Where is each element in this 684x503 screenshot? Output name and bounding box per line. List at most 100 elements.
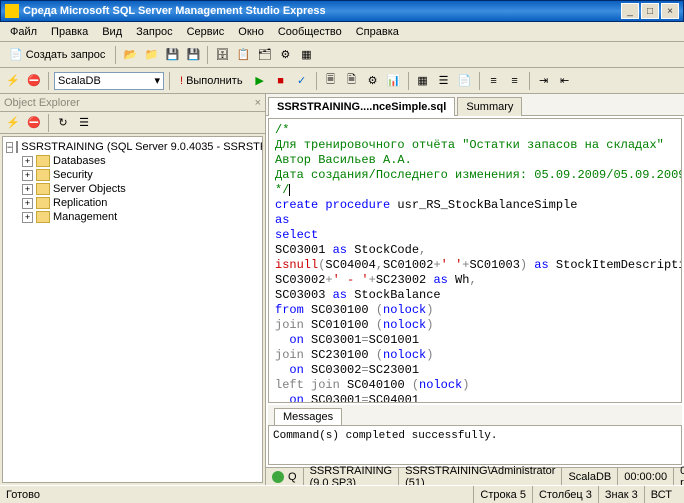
status-time: 00:00:00 (617, 468, 673, 485)
disconnect-icon[interactable]: ⛔ (25, 72, 43, 90)
outdent-icon[interactable]: ⇤ (556, 72, 574, 90)
uncomment-icon[interactable]: ≡ (506, 72, 524, 90)
opt2-icon[interactable]: ⚙ (364, 72, 382, 90)
tree-databases[interactable]: + Databases (22, 154, 259, 168)
tree-security[interactable]: + Security (22, 168, 259, 182)
tree-label: Replication (53, 197, 107, 209)
status-ok: Q (266, 471, 303, 483)
comment-icon[interactable]: ≡ (485, 72, 503, 90)
folder-icon (36, 183, 50, 195)
app-statusbar: Готово Строка 5 Столбец 3 Знак 3 ВСТ (0, 485, 684, 503)
status-col: Столбец 3 (532, 486, 598, 503)
success-icon (272, 471, 284, 483)
new-query-button[interactable]: 📄 Создать запрос (4, 46, 110, 63)
chevron-down-icon: ▾ (154, 74, 160, 87)
object-tree[interactable]: − SSRSTRAINING (SQL Server 9.0.4035 - SS… (2, 136, 263, 483)
expand-icon[interactable]: + (22, 212, 33, 223)
minimize-button[interactable]: _ (621, 3, 639, 19)
status-user: SSRSTRAINING\Administrator (51) (398, 468, 561, 485)
query-statusbar: Q SSRSTRAINING (9.0 SP3) SSRSTRAINING\Ad… (266, 467, 684, 485)
database-value: ScalaDB (58, 75, 101, 87)
save-all-icon[interactable]: 💾 (184, 46, 202, 64)
open-icon[interactable]: 📂 (121, 46, 139, 64)
menu-edit[interactable]: Правка (45, 24, 94, 40)
folder-icon[interactable]: 📁 (142, 46, 160, 64)
oe-disconnect-icon[interactable]: ⛔ (25, 114, 43, 132)
expand-icon[interactable]: + (22, 184, 33, 195)
object-explorer-label: Object Explorer (4, 97, 80, 109)
toolbar-query: ⚡ ⛔ ScalaDB ▾ ! Выполнить ▶ ■ ✓ 🗏 🗎 ⚙ 📊 … (0, 68, 684, 94)
expand-icon[interactable]: + (22, 170, 33, 181)
app-icon (5, 4, 19, 18)
menu-help[interactable]: Справка (350, 24, 405, 40)
file-icon[interactable]: 📄 (456, 72, 474, 90)
tab-summary[interactable]: Summary (457, 97, 522, 116)
object-explorer-toolbar: ⚡ ⛔ ↻ ☰ (0, 112, 265, 134)
tree-server-objects[interactable]: + Server Objects (22, 182, 259, 196)
execute-button[interactable]: ! Выполнить (175, 73, 248, 89)
tree-label: Security (53, 169, 93, 181)
panel-close-icon[interactable]: × (255, 97, 261, 109)
oe-connect-icon[interactable]: ⚡ (4, 114, 22, 132)
object-explorer-title: Object Explorer × (0, 94, 265, 112)
messages-tabs: Messages (268, 405, 682, 425)
db-icon[interactable]: 🗄 (213, 46, 231, 64)
messages-tab[interactable]: Messages (274, 408, 342, 425)
menu-community[interactable]: Сообщество (272, 24, 348, 40)
execute-icon: ! (180, 75, 183, 87)
status-char: Знак 3 (598, 486, 644, 503)
database-combo[interactable]: ScalaDB ▾ (54, 72, 164, 90)
collapse-icon[interactable]: − (6, 142, 13, 153)
titlebar: Среда Microsoft SQL Server Management St… (0, 0, 684, 22)
menu-window[interactable]: Окно (232, 24, 270, 40)
plan-icon[interactable]: 🗏 (322, 72, 340, 90)
opt3-icon[interactable]: 📊 (385, 72, 403, 90)
server-label: SSRSTRAINING (SQL Server 9.0.4035 - SSRS… (21, 141, 263, 153)
new-query-icon: 📄 (9, 48, 23, 61)
list-icon[interactable]: 🗂 (255, 46, 273, 64)
status-db: ScalaDB (561, 468, 617, 485)
tbl-icon[interactable]: ▦ (297, 46, 315, 64)
connect-icon[interactable]: ⚡ (4, 72, 22, 90)
status-server: SSRSTRAINING (9.0 SP3) (303, 468, 399, 485)
text-icon[interactable]: ☰ (435, 72, 453, 90)
menu-query[interactable]: Запрос (130, 24, 178, 40)
status-ready: Готово (6, 489, 40, 501)
tab-sql-file[interactable]: SSRSTRAINING....nceSimple.sql (268, 97, 455, 116)
expand-icon[interactable]: + (22, 156, 33, 167)
opt1-icon[interactable]: 🗎 (343, 72, 361, 90)
menubar: Файл Правка Вид Запрос Сервис Окно Сообщ… (0, 22, 684, 42)
close-button[interactable]: × (661, 3, 679, 19)
sql-editor[interactable]: /* Для тренировочного отчёта "Остатки за… (268, 118, 682, 403)
menu-view[interactable]: Вид (96, 24, 128, 40)
expand-icon[interactable]: + (22, 198, 33, 209)
parse-icon[interactable]: ▶ (251, 72, 269, 90)
menu-tools[interactable]: Сервис (181, 24, 231, 40)
main-area: Object Explorer × ⚡ ⛔ ↻ ☰ − SSRSTRAINING… (0, 94, 684, 485)
status-ins: ВСТ (644, 486, 678, 503)
tree-label: Server Objects (53, 183, 126, 195)
save-icon[interactable]: 💾 (163, 46, 181, 64)
tree-replication[interactable]: + Replication (22, 196, 259, 210)
tree-server-node[interactable]: − SSRSTRAINING (SQL Server 9.0.4035 - SS… (6, 140, 259, 154)
oe-refresh-icon[interactable]: ↻ (54, 114, 72, 132)
messages-body[interactable]: Command(s) completed successfully. (268, 425, 682, 465)
maximize-button[interactable]: □ (641, 3, 659, 19)
messages-panel: Messages Command(s) completed successful… (268, 405, 682, 465)
act-icon[interactable]: ⚙ (276, 46, 294, 64)
stop-icon[interactable]: ■ (272, 72, 290, 90)
indent-icon[interactable]: ⇥ (535, 72, 553, 90)
new-query-label: Создать запрос (26, 49, 106, 61)
folder-icon (36, 169, 50, 181)
editor-panel: SSRSTRAINING....nceSimple.sql Summary /*… (266, 94, 684, 485)
execute-label: Выполнить (186, 75, 242, 87)
grid-icon[interactable]: ▦ (414, 72, 432, 90)
tree-label: Databases (53, 155, 106, 167)
status-rows: 0 rows (673, 468, 684, 485)
editor-tabs: SSRSTRAINING....nceSimple.sql Summary (266, 94, 684, 116)
tree-management[interactable]: + Management (22, 210, 259, 224)
check-icon[interactable]: ✓ (293, 72, 311, 90)
oe-filter-icon[interactable]: ☰ (75, 114, 93, 132)
menu-file[interactable]: Файл (4, 24, 43, 40)
prop-icon[interactable]: 📋 (234, 46, 252, 64)
